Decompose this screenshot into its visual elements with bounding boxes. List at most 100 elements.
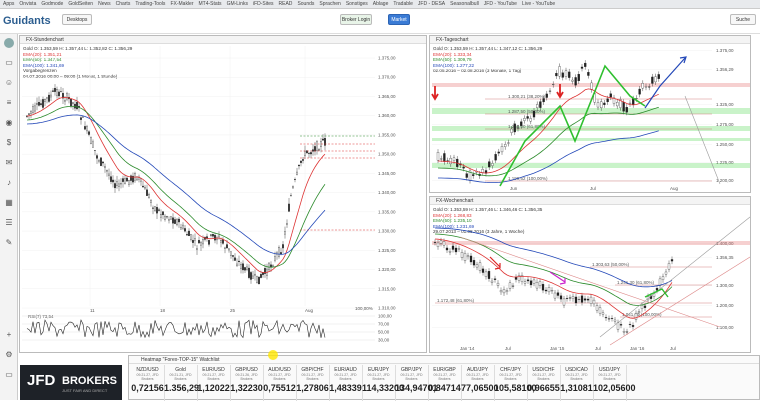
x-tick-label: Jan '15 bbox=[550, 346, 565, 351]
fib-label: 1.303,63 (50,00%) bbox=[592, 262, 630, 267]
add-icon[interactable]: + bbox=[4, 330, 14, 340]
market-button[interactable]: Market bbox=[388, 14, 410, 25]
heatmap-tile[interactable]: USD/JPY09.21.27, JFD Brokers102,05600 bbox=[593, 365, 627, 401]
heatmap-tile[interactable]: AUD/JPY09.21.27, JFD Brokers77,06500 bbox=[461, 365, 495, 401]
candle-body bbox=[671, 259, 673, 261]
bookmark-item[interactable]: Seasonalbull bbox=[450, 1, 479, 7]
candle-body bbox=[616, 102, 618, 106]
candle-body bbox=[509, 283, 511, 289]
candle-body bbox=[545, 290, 547, 291]
bookmark-item[interactable]: Ablage bbox=[373, 1, 389, 7]
candle-body bbox=[450, 158, 452, 164]
desktops-button[interactable]: Desktops bbox=[62, 14, 92, 25]
bookmark-item[interactable]: Tradable bbox=[393, 1, 413, 7]
fib-label: 1.199,62 (100,00%) bbox=[508, 176, 548, 181]
candle-body bbox=[488, 162, 490, 167]
weekly-chart-canvas[interactable]: 1.400,001.356,351.300,001.200,001.100,00… bbox=[430, 197, 751, 353]
heatmap-tile[interactable]: CHF/JPY09.21.27, JFD Brokers105,58100 bbox=[494, 365, 528, 401]
candle-body bbox=[645, 87, 647, 88]
tile-value: 1,48339 bbox=[329, 383, 362, 393]
bookmark-item[interactable]: Charts bbox=[116, 1, 131, 7]
eye-icon[interactable]: ◉ bbox=[4, 118, 14, 128]
settings-icon[interactable]: ⚙ bbox=[4, 350, 14, 360]
bookmark-item[interactable]: Onvista bbox=[19, 1, 36, 7]
candle-body bbox=[635, 313, 637, 319]
candle-body bbox=[593, 300, 595, 304]
heatmap-tile[interactable]: AUD/USD09.21.27, JFD Brokers0,75512 bbox=[263, 365, 297, 401]
list-icon[interactable]: ≡ bbox=[4, 98, 14, 108]
tools-icon[interactable]: ✎ bbox=[4, 238, 14, 248]
heatmap-tile[interactable]: Gold09.21.21, JFD Brokers1.356,29 bbox=[164, 365, 198, 401]
bookmark-item[interactable]: iFD-Sites bbox=[253, 1, 274, 7]
chat-icon[interactable]: ✉ bbox=[4, 158, 14, 168]
heatmap-tile[interactable]: GBP/JPY09.21.27, JFD Brokers134,94701 bbox=[395, 365, 429, 401]
heatmap-tile[interactable]: USD/CAD09.21.27, JFD Brokers1,31081 bbox=[560, 365, 594, 401]
bookmark-item[interactable]: Godmode bbox=[41, 1, 63, 7]
heatmap-tile[interactable]: EUR/JPY09.21.27, JFD Brokers114,33200 bbox=[362, 365, 396, 401]
candle-body bbox=[507, 143, 509, 144]
bookmark-item[interactable]: JFD - YouTube bbox=[484, 1, 517, 7]
hourly-chart-canvas[interactable]: 1.375,001.370,001.365,001.360,001.355,00… bbox=[20, 36, 427, 353]
bookmark-item[interactable]: MT4-Stats bbox=[199, 1, 222, 7]
hourly-chart-panel[interactable]: FX-Stundenchart Gold O: 1.353,59 H: 1.35… bbox=[19, 35, 427, 353]
folder-icon[interactable]: ▭ bbox=[4, 370, 14, 380]
jfd-brokers-logo: JFD BROKERS JUST FAIR AND DIRECT bbox=[20, 365, 122, 400]
bookmark-item[interactable]: Sprachen bbox=[319, 1, 340, 7]
candle-body bbox=[278, 247, 279, 256]
x-tick-label: Jan '14 bbox=[460, 346, 475, 351]
bookmark-item[interactable]: READ bbox=[279, 1, 293, 7]
weekly-chart-panel[interactable]: FX-Wochenchart Gold O: 1.353,59 H: 1.357… bbox=[429, 196, 751, 353]
candle-body bbox=[70, 99, 71, 106]
candle-body bbox=[482, 269, 484, 273]
candle-body bbox=[82, 116, 83, 117]
candle-body bbox=[186, 234, 187, 235]
heatmap-tile[interactable]: GBP/USD09.21.26, JFD Brokers1,32230 bbox=[230, 365, 264, 401]
cursor-highlight bbox=[268, 350, 278, 360]
candle-body bbox=[555, 73, 557, 76]
bookmark-item[interactable]: GoldSeiten bbox=[68, 1, 93, 7]
candle-body bbox=[194, 239, 195, 241]
candle-body bbox=[114, 183, 115, 187]
bookmark-item[interactable]: Sounds bbox=[297, 1, 314, 7]
bookmark-item[interactable]: Trading-Tools bbox=[135, 1, 165, 7]
candle-body bbox=[603, 103, 605, 105]
bookmark-item[interactable]: Apps bbox=[3, 1, 14, 7]
heatmap-tile[interactable]: EUR/USD09.21.27, JFD Brokers1,12022 bbox=[197, 365, 231, 401]
heatmap-tile[interactable]: USD/CHF09.21.27, JFD Brokers0,96655 bbox=[527, 365, 561, 401]
candle-body bbox=[568, 72, 570, 78]
bell-icon[interactable]: ♪ bbox=[4, 178, 14, 188]
heatmap-tile[interactable]: NZD/USD09.21.27, JFD Brokers0,72156 bbox=[131, 365, 165, 401]
support-zone bbox=[432, 163, 751, 168]
bookmark-item[interactable]: GM-Links bbox=[227, 1, 248, 7]
broker-login-button[interactable]: Broker Login bbox=[340, 14, 372, 25]
search-button[interactable]: Suche bbox=[730, 14, 756, 25]
heatmap-title: Heatmap "Forex-TOP-15" Watchlist bbox=[129, 356, 759, 364]
heatmap-tile[interactable]: EUR/AUD09.21.27, JFD Brokers1,48339 bbox=[329, 365, 363, 401]
monitor-icon[interactable]: ▭ bbox=[4, 58, 14, 68]
x-tick-label: 11 bbox=[90, 308, 95, 313]
candle-body bbox=[656, 288, 658, 290]
bookmark-item[interactable]: Sonstiges bbox=[346, 1, 368, 7]
heatmap-tile[interactable]: EUR/GBP09.21.27, JFD Brokers0,84714 bbox=[428, 365, 462, 401]
dollar-icon[interactable]: $ bbox=[4, 138, 14, 148]
tile-timestamp: 09.21.27, JFD Brokers bbox=[296, 373, 329, 381]
user-icon[interactable]: ☺ bbox=[4, 78, 14, 88]
avatar[interactable] bbox=[4, 38, 14, 48]
bookmark-item[interactable]: FX-Makler bbox=[170, 1, 193, 7]
x-tick-label: Aug bbox=[305, 308, 314, 313]
y-tick-label: 1.365,00 bbox=[378, 94, 396, 99]
candle-body bbox=[234, 258, 235, 261]
bookmark-item[interactable]: News bbox=[98, 1, 111, 7]
candle-body bbox=[494, 279, 496, 280]
x-tick-label: Aug bbox=[670, 186, 679, 191]
news-icon[interactable]: ☰ bbox=[4, 218, 14, 228]
candle-body bbox=[446, 248, 448, 250]
heatmap-tile[interactable]: GBP/CHF09.21.27, JFD Brokers1,27806 bbox=[296, 365, 330, 401]
bookmark-item[interactable]: JFD - DESA bbox=[418, 1, 445, 7]
candle-body bbox=[549, 91, 551, 92]
daily-chart-panel[interactable]: FX-Tageschart Gold O: 1.353,59 H: 1.357,… bbox=[429, 35, 751, 193]
daily-chart-canvas[interactable]: 1.375,001.356,291.325,001.275,001.250,00… bbox=[430, 36, 751, 193]
heatmap-panel[interactable]: Heatmap "Forex-TOP-15" Watchlist NZD/USD… bbox=[128, 355, 760, 400]
chart-icon[interactable]: ▦ bbox=[4, 198, 14, 208]
bookmark-item[interactable]: Live - YouTube bbox=[522, 1, 555, 7]
